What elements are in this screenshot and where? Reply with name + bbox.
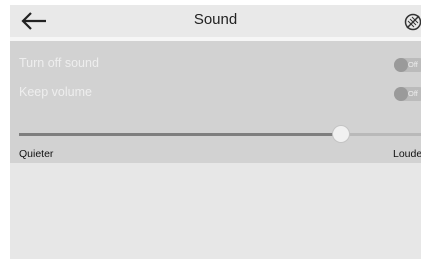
toggle-knob	[394, 87, 408, 101]
toggle-state: Off	[408, 89, 418, 98]
turn-off-sound-toggle[interactable]: Off	[394, 58, 421, 72]
quieter-label: Quieter	[19, 148, 54, 160]
setting-label: Keep volume	[19, 85, 92, 99]
sound-settings-screen: Sound Turn off sound Off Keep volume Off…	[10, 5, 421, 259]
keep-volume-toggle[interactable]: Off	[394, 87, 421, 101]
settings-panel: Turn off sound Off Keep volume Off Quiet…	[10, 41, 421, 163]
louder-label: Louder	[393, 148, 421, 160]
toggle-state: Off	[408, 60, 418, 69]
setting-row-keep-volume[interactable]: Keep volume Off	[10, 82, 421, 104]
slider-fill	[19, 133, 341, 136]
toggle-knob	[394, 58, 408, 72]
app-header: Sound	[10, 5, 421, 37]
mute-button[interactable]	[403, 12, 421, 32]
mute-circle-icon	[404, 13, 421, 31]
slider-thumb[interactable]	[331, 125, 350, 143]
setting-row-turn-off-sound[interactable]: Turn off sound Off	[10, 53, 421, 75]
volume-slider[interactable]	[19, 124, 421, 144]
page-title: Sound	[193, 11, 238, 28]
setting-label: Turn off sound	[19, 56, 99, 70]
content-area	[10, 163, 421, 259]
